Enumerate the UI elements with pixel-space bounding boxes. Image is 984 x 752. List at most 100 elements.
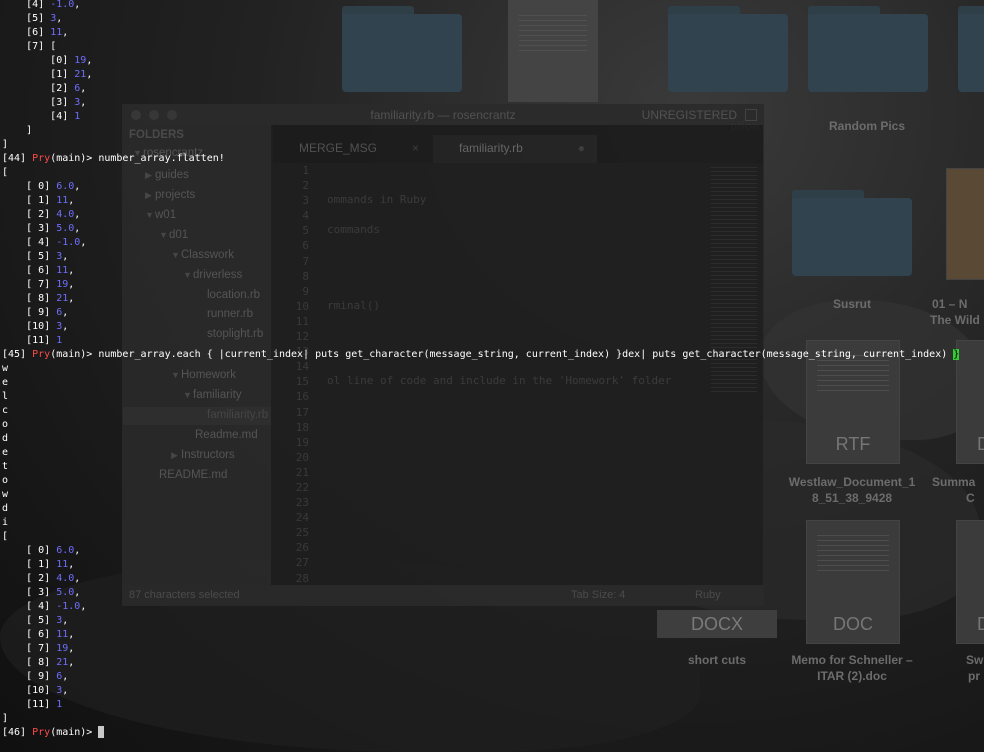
terminal-text: , bbox=[74, 223, 81, 234]
terminal-text: , bbox=[74, 0, 81, 10]
array-index: [ 8] bbox=[26, 657, 51, 668]
array-row: [ 5] 3, bbox=[2, 250, 68, 264]
output-char: w bbox=[2, 489, 9, 500]
array-open: [ bbox=[2, 166, 8, 180]
array-value: -1.0 bbox=[56, 601, 81, 612]
bracket: ] bbox=[26, 125, 33, 136]
array-row: [ 8] 21, bbox=[2, 656, 74, 670]
array-index: [ 4] bbox=[26, 601, 51, 612]
array-row: [4] -1.0, bbox=[2, 0, 80, 12]
array-row: [10] 3, bbox=[2, 320, 68, 334]
output-char: c bbox=[2, 405, 9, 416]
array-index: [10] bbox=[26, 321, 51, 332]
array-row: [ 2] 4.0, bbox=[2, 208, 80, 222]
text-cursor[interactable] bbox=[98, 726, 105, 738]
output-line: i bbox=[2, 516, 8, 530]
pry-label: Pry bbox=[32, 153, 51, 164]
output-line: l bbox=[2, 390, 8, 404]
array-row: [ 2] 4.0, bbox=[2, 572, 80, 586]
pry-label: Pry bbox=[32, 727, 51, 738]
array-row: [7] [ bbox=[2, 40, 56, 54]
array-value: -1.0 bbox=[56, 237, 81, 248]
terminal-text: , bbox=[86, 55, 93, 66]
terminal-text: , bbox=[68, 195, 75, 206]
array-index: [ 7] bbox=[26, 279, 51, 290]
bracket: ] bbox=[2, 139, 9, 150]
array-row: [10] 3, bbox=[2, 684, 68, 698]
array-index: [7] bbox=[26, 41, 45, 52]
array-row: [ 4] -1.0, bbox=[2, 600, 86, 614]
output-char: d bbox=[2, 433, 9, 444]
terminal-text: , bbox=[62, 671, 69, 682]
array-index: [11] bbox=[26, 699, 51, 710]
pry-label: Pry bbox=[32, 349, 51, 360]
pry-prompt: [46] Pry(main)> bbox=[2, 726, 105, 740]
array-value: 19 bbox=[74, 55, 87, 66]
array-index: [ 2] bbox=[26, 209, 51, 220]
array-close: ] bbox=[2, 124, 32, 138]
command-text: (main)> number_array.each { |current_ind… bbox=[50, 349, 954, 360]
array-value: 19 bbox=[56, 279, 69, 290]
terminal-text: , bbox=[68, 657, 75, 668]
array-row: [5] 3, bbox=[2, 12, 62, 26]
terminal-text: [46] bbox=[2, 727, 27, 738]
array-row: [ 5] 3, bbox=[2, 614, 68, 628]
terminal-text: , bbox=[62, 27, 69, 38]
array-row: [2] 6, bbox=[2, 82, 86, 96]
terminal-text: , bbox=[74, 573, 81, 584]
array-index: [4] bbox=[26, 0, 45, 10]
array-index: [ 1] bbox=[26, 195, 51, 206]
array-row: [0] 19, bbox=[2, 54, 92, 68]
array-open: [ bbox=[2, 530, 8, 544]
array-value: 11 bbox=[56, 629, 69, 640]
output-line: e bbox=[2, 376, 8, 390]
output-line: t bbox=[2, 460, 8, 474]
array-index: [5] bbox=[26, 13, 45, 24]
output-char: o bbox=[2, 475, 9, 486]
array-value: 21 bbox=[56, 657, 69, 668]
array-index: [ 3] bbox=[26, 223, 51, 234]
array-index: [11] bbox=[26, 335, 51, 346]
array-value: 5.0 bbox=[56, 223, 75, 234]
terminal-text: , bbox=[68, 559, 75, 570]
array-index: [ 6] bbox=[26, 629, 51, 640]
matching-brace: } bbox=[953, 349, 960, 360]
bracket: ] bbox=[2, 713, 9, 724]
array-index: [ 0] bbox=[26, 181, 51, 192]
terminal-text: , bbox=[68, 629, 75, 640]
terminal-text: [45] bbox=[2, 349, 27, 360]
terminal-text: , bbox=[74, 209, 81, 220]
array-index: [0] bbox=[50, 55, 69, 66]
array-row: [ 9] 6, bbox=[2, 306, 68, 320]
terminal-text: , bbox=[62, 307, 69, 318]
array-value: 19 bbox=[56, 643, 69, 654]
output-char: d bbox=[2, 503, 9, 514]
terminal-text: , bbox=[56, 13, 63, 24]
array-index: [3] bbox=[50, 97, 69, 108]
output-line: d bbox=[2, 432, 8, 446]
pry-prompt: [44] Pry(main)> number_array.flatten! bbox=[2, 152, 225, 166]
output-line: d bbox=[2, 502, 8, 516]
array-index: [ 2] bbox=[26, 573, 51, 584]
array-value: 11 bbox=[50, 27, 63, 38]
terminal-text: , bbox=[80, 97, 87, 108]
terminal-output[interactable]: [4] -1.0, [5] 3, [6] 11, [7] [ [0] 19, [… bbox=[0, 0, 984, 752]
array-row: [ 9] 6, bbox=[2, 670, 68, 684]
output-char: t bbox=[2, 461, 9, 472]
array-value: 6.0 bbox=[56, 181, 75, 192]
output-line: o bbox=[2, 474, 8, 488]
output-char: e bbox=[2, 377, 9, 388]
array-row: [ 6] 11, bbox=[2, 264, 74, 278]
pry-prompt: [45] Pry(main)> number_array.each { |cur… bbox=[2, 348, 960, 362]
array-index: [4] bbox=[50, 111, 69, 122]
array-value: 4.0 bbox=[56, 573, 75, 584]
array-row: [ 6] 11, bbox=[2, 628, 74, 642]
output-char: o bbox=[2, 419, 9, 430]
array-index: [ 7] bbox=[26, 643, 51, 654]
array-index: [ 8] bbox=[26, 293, 51, 304]
terminal-text: , bbox=[74, 181, 81, 192]
array-row: [ 3] 5.0, bbox=[2, 222, 80, 236]
output-char: i bbox=[2, 517, 9, 528]
array-row: [ 1] 11, bbox=[2, 558, 74, 572]
array-index: [ 1] bbox=[26, 559, 51, 570]
